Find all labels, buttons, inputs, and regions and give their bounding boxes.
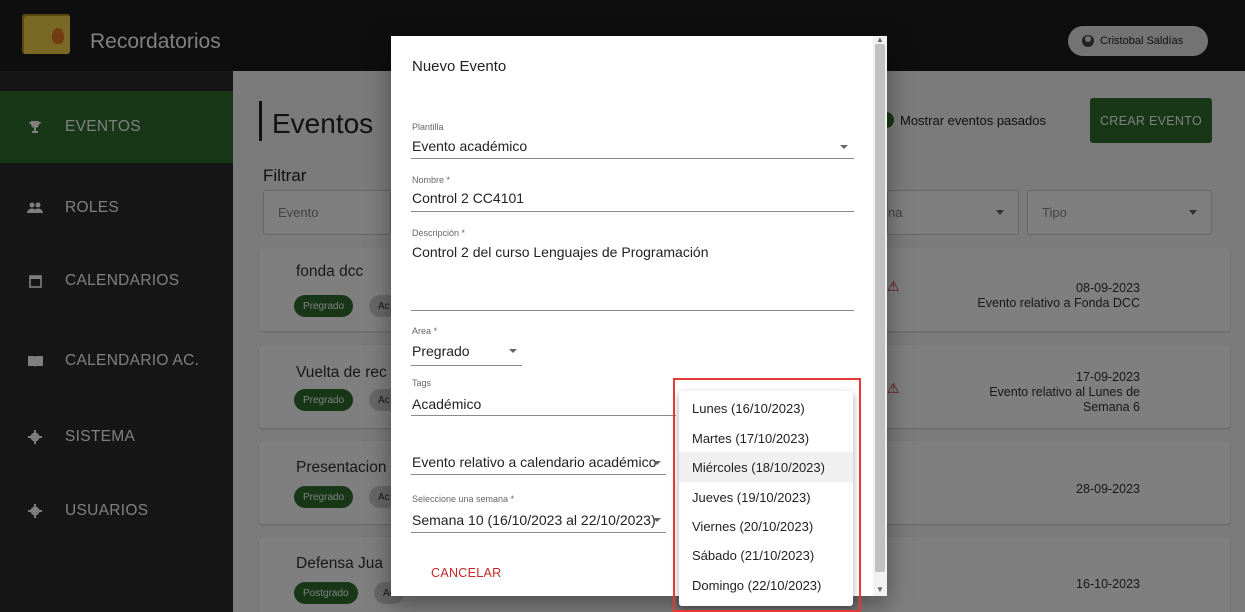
scroll-down-arrow[interactable]: ▼ (875, 586, 885, 594)
area-underline (411, 365, 522, 366)
relative-type-select[interactable]: Evento relativo a calendario académico (412, 454, 656, 470)
nombre-underline (411, 211, 854, 212)
chevron-down-icon (653, 518, 661, 522)
annotation-highlight-box (673, 378, 861, 612)
nombre-label: Nombre * (412, 175, 451, 185)
area-select[interactable]: Pregrado (412, 343, 470, 359)
scroll-up-arrow[interactable]: ▲ (875, 36, 885, 44)
plantilla-label: Plantilla (412, 122, 444, 132)
tags-label: Tags (412, 378, 432, 388)
nombre-input[interactable]: Control 2 CC4101 (412, 190, 524, 206)
tags-underline (411, 415, 676, 416)
chevron-down-icon (840, 145, 848, 149)
descripcion-textarea[interactable]: Control 2 del curso Lenguajes de Program… (412, 244, 709, 260)
tags-input[interactable]: Académico (412, 396, 481, 412)
descripcion-label: Descripción * (412, 228, 466, 238)
area-label: Area * (412, 326, 438, 336)
modal-scroll-thumb[interactable] (875, 44, 885, 572)
semana-underline (411, 532, 666, 533)
relative-underline (411, 474, 666, 475)
cancel-button[interactable]: CANCELAR (431, 566, 501, 580)
chevron-down-icon (653, 461, 661, 465)
descripcion-underline (411, 310, 854, 311)
chevron-down-icon (509, 349, 517, 353)
plantilla-select[interactable]: Evento académico (412, 138, 527, 154)
dialog-title: Nuevo Evento (412, 58, 507, 75)
plantilla-underline (411, 158, 854, 159)
semana-select[interactable]: Semana 10 (16/10/2023 al 22/10/2023) (412, 512, 656, 528)
semana-label: Seleccione una semana * (412, 494, 515, 504)
